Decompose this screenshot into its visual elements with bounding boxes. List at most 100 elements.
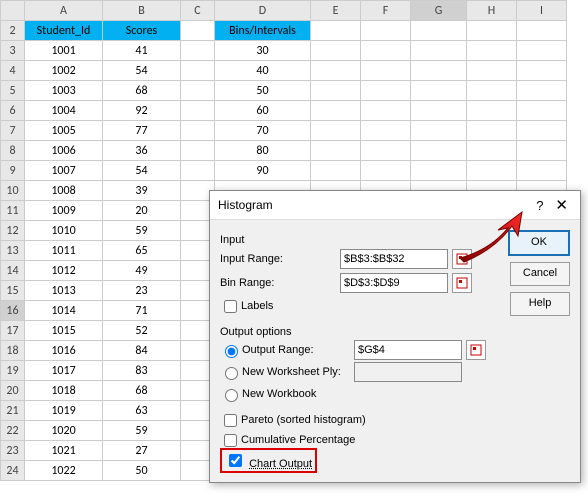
cell-D7[interactable]: 70 xyxy=(215,121,311,141)
row-header[interactable]: 20 xyxy=(1,381,25,401)
cell-B20[interactable]: 68 xyxy=(103,381,181,401)
cell-D6[interactable]: 60 xyxy=(215,101,311,121)
cell-I5[interactable] xyxy=(517,81,567,101)
cell-F4[interactable] xyxy=(361,61,411,81)
cell-A20[interactable]: 1018 xyxy=(25,381,103,401)
cell-B17[interactable]: 52 xyxy=(103,321,181,341)
cell-I2[interactable] xyxy=(517,21,567,41)
cell-H2[interactable] xyxy=(467,21,517,41)
cell-C8[interactable] xyxy=(181,141,215,161)
cell-A21[interactable]: 1019 xyxy=(25,401,103,421)
cell-B2[interactable]: Scores xyxy=(103,21,181,41)
row-header[interactable]: 11 xyxy=(1,201,25,221)
cell-B21[interactable]: 63 xyxy=(103,401,181,421)
cell-A12[interactable]: 1010 xyxy=(25,221,103,241)
cell-C5[interactable] xyxy=(181,81,215,101)
cell-G2[interactable] xyxy=(411,21,467,41)
cell-G8[interactable] xyxy=(411,141,467,161)
cell-F6[interactable] xyxy=(361,101,411,121)
cell-B10[interactable]: 39 xyxy=(103,181,181,201)
cell-B23[interactable]: 27 xyxy=(103,441,181,461)
cell-A10[interactable]: 1008 xyxy=(25,181,103,201)
cell-E8[interactable] xyxy=(311,141,361,161)
cell-E9[interactable] xyxy=(311,161,361,181)
cell-C3[interactable] xyxy=(181,41,215,61)
row-header[interactable]: 13 xyxy=(1,241,25,261)
input-range-field[interactable]: $B$3:$B$32 xyxy=(340,249,448,269)
row-header[interactable]: 3 xyxy=(1,41,25,61)
cell-D5[interactable]: 50 xyxy=(215,81,311,101)
input-range-ref-icon[interactable] xyxy=(452,249,472,269)
row-header[interactable]: 8 xyxy=(1,141,25,161)
cell-B14[interactable]: 49 xyxy=(103,261,181,281)
col-header-H[interactable]: H xyxy=(467,1,517,21)
cell-B7[interactable]: 77 xyxy=(103,121,181,141)
row-header[interactable]: 12 xyxy=(1,221,25,241)
cell-A17[interactable]: 1015 xyxy=(25,321,103,341)
cell-A19[interactable]: 1017 xyxy=(25,361,103,381)
col-header-C[interactable]: C xyxy=(181,1,215,21)
cell-D4[interactable]: 40 xyxy=(215,61,311,81)
cell-F7[interactable] xyxy=(361,121,411,141)
cell-D2[interactable]: Bins/Intervals xyxy=(215,21,311,41)
cell-G7[interactable] xyxy=(411,121,467,141)
cell-G9[interactable] xyxy=(411,161,467,181)
labels-checkbox[interactable] xyxy=(224,300,237,313)
bin-range-ref-icon[interactable] xyxy=(452,273,472,293)
dialog-titlebar[interactable]: Histogram ? ✕ xyxy=(210,191,580,220)
col-header-B[interactable]: B xyxy=(103,1,181,21)
help-button[interactable]: Help xyxy=(510,292,570,316)
cell-E3[interactable] xyxy=(311,41,361,61)
close-icon[interactable]: ✕ xyxy=(551,196,572,214)
cell-C9[interactable] xyxy=(181,161,215,181)
cell-H9[interactable] xyxy=(467,161,517,181)
cell-A5[interactable]: 1003 xyxy=(25,81,103,101)
cell-H7[interactable] xyxy=(467,121,517,141)
cell-D8[interactable]: 80 xyxy=(215,141,311,161)
output-range-radio[interactable] xyxy=(225,345,238,358)
cell-A24[interactable]: 1022 xyxy=(25,461,103,481)
cell-B16[interactable]: 71 xyxy=(103,301,181,321)
cell-E2[interactable] xyxy=(311,21,361,41)
row-header[interactable]: 18 xyxy=(1,341,25,361)
cancel-button[interactable]: Cancel xyxy=(510,262,570,286)
row-header[interactable]: 4 xyxy=(1,61,25,81)
cell-A4[interactable]: 1002 xyxy=(25,61,103,81)
cumulative-checkbox[interactable] xyxy=(224,434,237,447)
cell-A11[interactable]: 1009 xyxy=(25,201,103,221)
row-header[interactable]: 23 xyxy=(1,441,25,461)
cell-B19[interactable]: 83 xyxy=(103,361,181,381)
cell-C7[interactable] xyxy=(181,121,215,141)
cell-B5[interactable]: 68 xyxy=(103,81,181,101)
cell-A15[interactable]: 1013 xyxy=(25,281,103,301)
cell-E6[interactable] xyxy=(311,101,361,121)
cell-A23[interactable]: 1021 xyxy=(25,441,103,461)
row-header[interactable]: 16 xyxy=(1,301,25,321)
cell-H3[interactable] xyxy=(467,41,517,61)
ok-button[interactable]: OK xyxy=(508,230,570,256)
cell-B3[interactable]: 41 xyxy=(103,41,181,61)
cell-I9[interactable] xyxy=(517,161,567,181)
cell-F2[interactable] xyxy=(361,21,411,41)
col-header-E[interactable]: E xyxy=(311,1,361,21)
cell-G5[interactable] xyxy=(411,81,467,101)
row-header[interactable]: 2 xyxy=(1,21,25,41)
row-header[interactable]: 17 xyxy=(1,321,25,341)
cell-E5[interactable] xyxy=(311,81,361,101)
new-worksheet-field[interactable] xyxy=(354,362,462,382)
cell-F9[interactable] xyxy=(361,161,411,181)
col-header-F[interactable]: F xyxy=(361,1,411,21)
cell-B22[interactable]: 59 xyxy=(103,421,181,441)
cell-B11[interactable]: 20 xyxy=(103,201,181,221)
row-header[interactable]: 15 xyxy=(1,281,25,301)
cell-G3[interactable] xyxy=(411,41,467,61)
col-header-A[interactable]: A xyxy=(25,1,103,21)
row-header[interactable]: 7 xyxy=(1,121,25,141)
pareto-checkbox[interactable] xyxy=(224,414,237,427)
cell-B4[interactable]: 54 xyxy=(103,61,181,81)
cell-A2[interactable]: Student_Id xyxy=(25,21,103,41)
cell-I4[interactable] xyxy=(517,61,567,81)
cell-I8[interactable] xyxy=(517,141,567,161)
row-header[interactable]: 5 xyxy=(1,81,25,101)
row-header[interactable]: 24 xyxy=(1,461,25,481)
